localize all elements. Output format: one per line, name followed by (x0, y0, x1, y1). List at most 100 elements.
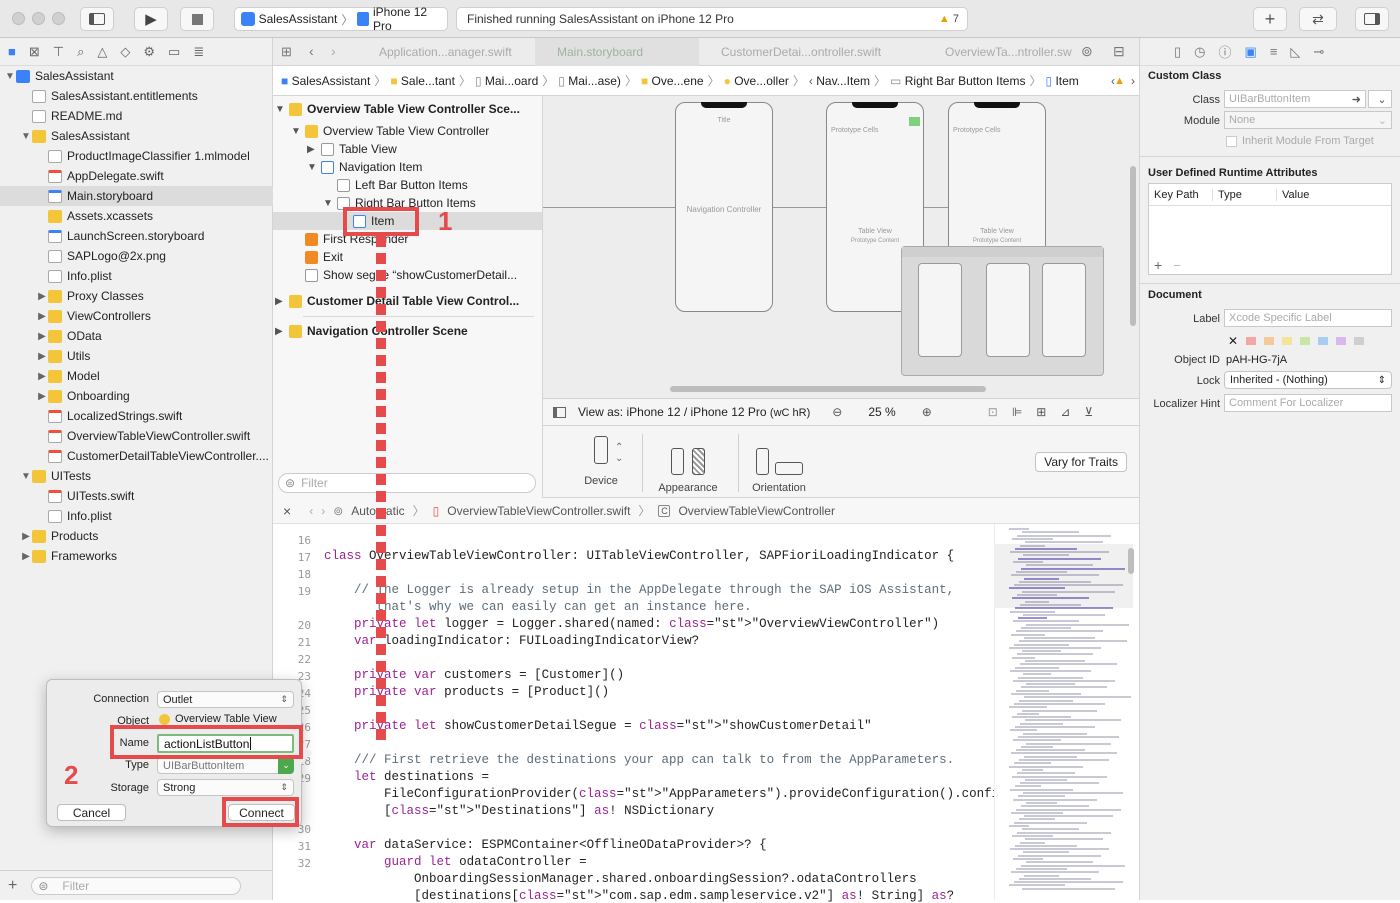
navigator-item[interactable]: ▶ Products (0, 526, 273, 546)
add-icon[interactable]: + (8, 877, 17, 895)
navigator-item[interactable]: AppDelegate.swift (0, 166, 273, 186)
chevron-right-icon[interactable]: › (1131, 74, 1135, 88)
type-combo[interactable]: UIBarButtonItem ⌄ (157, 757, 294, 774)
align-icon[interactable]: ⊫ (1012, 405, 1022, 419)
outline-item[interactable]: ▶ Customer Detail Table View Control... (275, 292, 519, 310)
navigator-item[interactable]: UITests.swift (0, 486, 273, 506)
code-line[interactable]: private var customers = [Customer]() (324, 668, 624, 682)
jump-bar-segment[interactable]: ▭ Right Bar Button Items (890, 74, 1025, 88)
navigator-item[interactable]: SAPLogo@2x.png (0, 246, 273, 266)
jump-bar-segment[interactable]: ● Ove...oller (724, 74, 789, 88)
device-panel-icon[interactable] (553, 406, 566, 418)
navigator-item[interactable]: CustomerDetailTableViewController.... (0, 446, 273, 466)
purple-label-swatch[interactable] (1336, 337, 1347, 345)
canvas-minimap[interactable] (901, 246, 1104, 376)
navigator-item[interactable]: Main.storyboard (0, 186, 273, 206)
vary-for-traits-button[interactable]: Vary for Traits (1035, 452, 1127, 472)
folder-icon[interactable]: ■ (8, 44, 16, 59)
navigator-item[interactable]: ProductImageClassifier 1.mlmodel (0, 146, 273, 166)
code-line[interactable]: OnboardingSessionManager.shared.onboardi… (324, 872, 917, 886)
toggle-inspector-button[interactable] (1355, 7, 1389, 31)
zoom-out-icon[interactable]: ⊖ (832, 405, 842, 419)
storyboard-canvas[interactable]: Title Navigation Controller Prototype Ce… (543, 96, 1139, 398)
class-field[interactable]: UIBarButtonItem ➜ (1224, 90, 1366, 108)
add-icon[interactable]: + (1154, 257, 1162, 273)
remove-icon[interactable]: − (1173, 257, 1181, 273)
jump-bar-segment[interactable]: ‹ Nav...Item (809, 74, 870, 88)
navigator-item[interactable]: OverviewTableViewController.swift (0, 426, 273, 446)
tab-customer-detail[interactable]: CustomerDetai...ontroller.swift (699, 38, 923, 66)
code-line[interactable]: // The Logger is already setup in the Ap… (324, 583, 954, 597)
outline-filter[interactable]: ⊜ Filter (278, 473, 536, 493)
bar-button-item[interactable] (909, 117, 920, 126)
label-field[interactable]: Xcode Specific Label (1224, 309, 1392, 327)
warning-badge[interactable]: ▲ 7 (939, 13, 959, 25)
disclosure-closed-icon[interactable]: ▶ (20, 531, 32, 542)
assistant-file[interactable]: OverviewTableViewController.swift (447, 504, 630, 518)
symbol-icon[interactable]: ⊤ (53, 44, 64, 60)
navigation-controller-scene[interactable]: Title Navigation Controller (675, 102, 773, 312)
close-icon[interactable]: × (283, 503, 291, 519)
disclosure-icon[interactable]: ▶ (275, 326, 289, 337)
navigator-item[interactable]: ▶ Frameworks (0, 546, 273, 566)
hint-field[interactable]: Comment For Localizer (1224, 394, 1392, 412)
navigator-item[interactable]: ▼ SalesAssistant (0, 126, 273, 146)
code-scrollbar[interactable] (1128, 548, 1134, 574)
minimize-window-button[interactable] (32, 12, 45, 25)
navigator-item[interactable]: LaunchScreen.storyboard (0, 226, 273, 246)
jump-bar-segment[interactable]: ▯ Mai...oard (475, 74, 538, 88)
inherit-module-checkbox[interactable]: Inherit Module From Target (1226, 135, 1374, 147)
source-control-icon[interactable]: ⊠ (29, 44, 40, 60)
outline-item[interactable]: ▼ Overview Table View Controller (291, 122, 489, 140)
blue-label-swatch[interactable] (1318, 337, 1329, 345)
split-editor-icon[interactable]: ⊟ (1113, 43, 1125, 60)
scheme-selector[interactable]: SalesAssistant 〉 iPhone 12 Pro (234, 5, 448, 33)
outline-item[interactable]: ▼ Overview Table View Controller Sce... (275, 100, 520, 118)
jump-bar-segment[interactable]: ■ Ove...ene (641, 74, 704, 88)
horizontal-scrollbar[interactable] (670, 386, 986, 392)
jump-bar-segment[interactable]: ■ Sale...tant (390, 74, 455, 88)
chevron-down-icon[interactable]: ⌄ (278, 757, 294, 774)
green-label-swatch[interactable] (1300, 337, 1311, 345)
vertical-scrollbar[interactable] (1130, 166, 1136, 326)
code-line[interactable]: private let showCustomerDetailSegue = cl… (324, 719, 872, 733)
disclosure-open-icon[interactable]: ▼ (20, 471, 32, 482)
library-button[interactable]: + (1253, 7, 1287, 31)
code-line[interactable]: that's why we can easily can get an inst… (324, 600, 752, 614)
breakpoint-icon[interactable]: ▭ (168, 44, 180, 60)
disclosure-icon[interactable]: ▶ (275, 296, 289, 307)
outline-item[interactable]: ▶ Navigation Controller Scene (275, 322, 468, 340)
disclosure-icon[interactable]: ▼ (291, 126, 305, 137)
attributes-icon[interactable]: ≡ (1270, 44, 1278, 59)
stepper-icon[interactable]: ⌃ ⌄ (615, 442, 623, 464)
test-icon[interactable]: ◇ (120, 44, 130, 60)
history-icon[interactable]: ◷ (1194, 44, 1205, 60)
disclosure-closed-icon[interactable]: ▶ (36, 291, 48, 302)
run-button[interactable]: ▶ (134, 7, 168, 31)
resolve-issues-icon[interactable]: ⊿ (1060, 405, 1070, 419)
disclosure-closed-icon[interactable]: ▶ (20, 551, 32, 562)
cancel-button[interactable]: Cancel (57, 804, 126, 821)
filter-field[interactable]: ⊜ Filter (31, 876, 242, 895)
code-line[interactable]: /// First retrieve the destinations your… (324, 753, 954, 767)
zoom-in-icon[interactable]: ⊕ (922, 405, 932, 419)
navigator-item[interactable]: ▶ ViewControllers (0, 306, 273, 326)
navigator-item[interactable]: Info.plist (0, 266, 273, 286)
outline-item[interactable]: Exit (291, 248, 343, 266)
navigator-item[interactable]: ▶ OData (0, 326, 273, 346)
grid-icon[interactable]: ⊞ (281, 44, 292, 60)
code-line[interactable]: FileConfigurationProvider(class="st">"Ap… (324, 787, 1059, 801)
assistant-class[interactable]: OverviewTableViewController (678, 504, 835, 518)
close-window-button[interactable] (12, 12, 25, 25)
outline-item[interactable]: Left Bar Button Items (323, 176, 468, 194)
navigator-item[interactable]: ▶ Utils (0, 346, 273, 366)
tab-main-storyboard[interactable]: Main.storyboard (535, 38, 699, 66)
class-dropdown[interactable]: ⌄ (1368, 90, 1392, 108)
toggle-navigator-button[interactable] (80, 7, 114, 31)
disclosure-icon[interactable]: ▼ (275, 104, 289, 115)
disclosure-icon[interactable]: ▼ (323, 198, 337, 209)
identity-icon[interactable]: ▣ (1245, 44, 1257, 60)
disclosure-icon[interactable]: ▼ (307, 162, 321, 173)
disclosure-closed-icon[interactable]: ▶ (36, 331, 48, 342)
minimap-viewport[interactable] (995, 544, 1133, 608)
